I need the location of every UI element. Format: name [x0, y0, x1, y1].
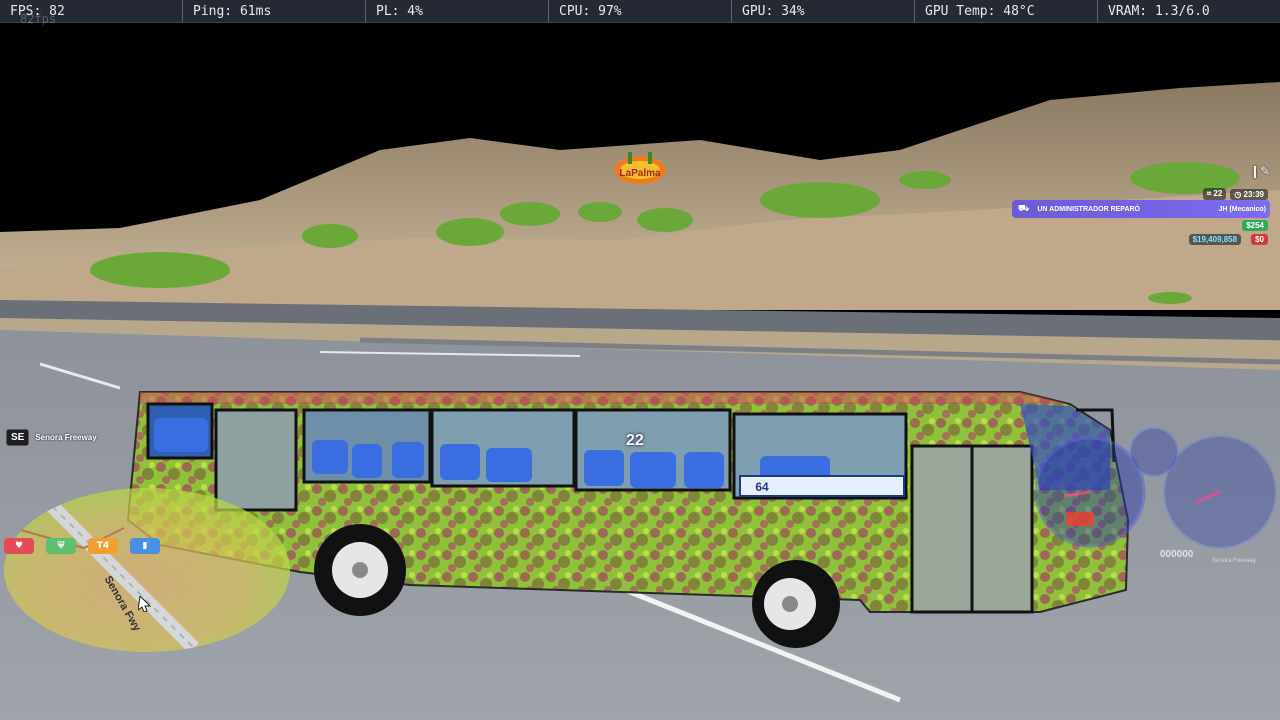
bus-rear-door: [214, 408, 298, 512]
fps-ghost-text: 82fps: [20, 12, 57, 26]
fuel-gauge: [1129, 427, 1179, 477]
money-row: $19,409,858 $0: [1188, 234, 1268, 245]
minimap: [4, 488, 290, 652]
cpu-readout: CPU: 97%: [549, 0, 732, 22]
dirty-money-amount: $0: [1251, 234, 1268, 245]
street-indicator: SE Senora Freeway: [6, 429, 97, 446]
food-icon: T4: [88, 538, 118, 554]
odometer: 000000: [1160, 549, 1194, 560]
camera-icon: ❙✎: [1249, 164, 1270, 178]
status-icons: ♥ ⛨ T4 ▮: [4, 538, 160, 554]
gpu-readout: GPU: 34%: [732, 0, 915, 22]
players-count: ⌗ 22: [1202, 188, 1227, 200]
bus-number-label: 22: [626, 432, 644, 449]
gpu-temp-readout: GPU Temp: 48°C: [915, 0, 1098, 22]
bus-roof-stripe: [140, 392, 1068, 404]
vram-readout: VRAM: 1.3/6.0: [1108, 4, 1210, 19]
speedo-street: Senora Freeway: [1212, 558, 1257, 564]
compass-direction: SE: [6, 429, 30, 446]
cash-row: $254: [1242, 220, 1268, 231]
bus-rear-wheel: [314, 524, 406, 616]
bus-route-number: 64: [755, 480, 769, 494]
server-time: ◷ 23:39: [1230, 188, 1268, 200]
water-icon: ▮: [130, 538, 160, 554]
wrench-icon: ⛟: [1018, 203, 1030, 214]
cash-amount: $254: [1242, 220, 1268, 231]
bank-amount: $19,409,858: [1188, 234, 1242, 245]
heart-icon: ♥: [4, 538, 34, 554]
notification-text: UN ADMINISTRADOR REPARÓ: [1037, 205, 1140, 213]
ping-readout: Ping: 61ms: [183, 0, 366, 22]
job-label: JH (Mecanico): [1218, 205, 1266, 213]
performance-overlay: FPS: 82 Ping: 61ms PL: 4% CPU: 97% GPU: …: [0, 0, 1280, 23]
street-name: Senora Freeway: [35, 433, 97, 442]
player-arrow-icon: [138, 596, 152, 612]
admin-notification: ⛟ UN ADMINISTRADOR REPARÓ JH (Mecanico): [1012, 200, 1270, 218]
armor-icon: ⛨: [46, 538, 76, 554]
billboard-text: LaPalma: [619, 168, 661, 179]
players-time-row: ⌗ 22 ◷ 23:39: [1202, 188, 1268, 200]
packet-loss-readout: PL: 4%: [366, 0, 549, 22]
bus-front-wheel: [752, 560, 840, 648]
